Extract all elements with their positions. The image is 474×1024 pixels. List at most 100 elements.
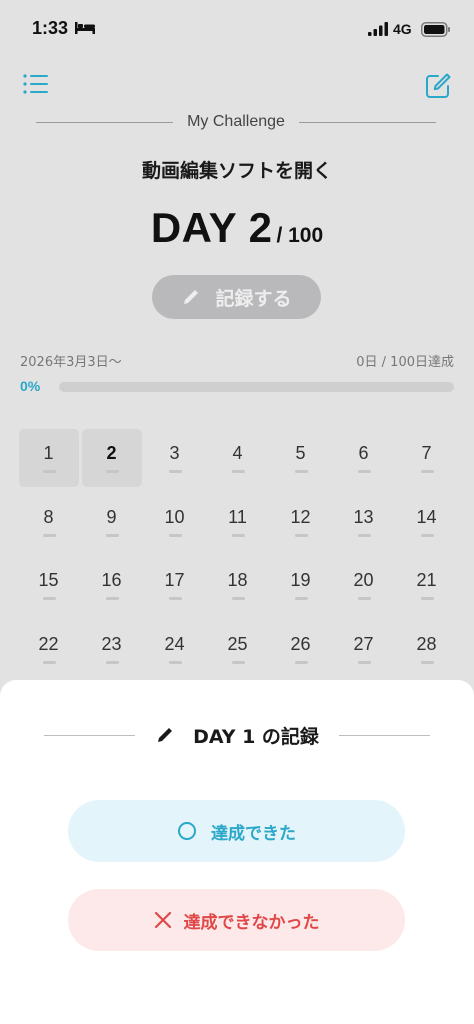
page-title: My Challenge bbox=[187, 113, 285, 130]
calendar-day[interactable]: 19 bbox=[271, 556, 331, 614]
calendar-day[interactable]: 24 bbox=[145, 620, 205, 678]
not-achieved-button[interactable]: 達成できなかった bbox=[68, 889, 405, 951]
calendar-day[interactable]: 7 bbox=[397, 429, 457, 487]
calendar-day-status-mark bbox=[105, 597, 119, 600]
calendar-day-number: 3 bbox=[169, 443, 180, 463]
calendar-day-number: 24 bbox=[164, 633, 185, 654]
network-type: 4G bbox=[393, 21, 412, 37]
record-button[interactable]: 記録する bbox=[152, 275, 321, 319]
calendar-day-number: 10 bbox=[164, 506, 185, 527]
calendar-day-number: 9 bbox=[106, 506, 117, 527]
calendar-day[interactable]: 3 bbox=[145, 429, 205, 487]
record-button-label: 記録する bbox=[215, 287, 292, 310]
calendar-day[interactable]: 16 bbox=[82, 556, 142, 614]
calendar-day[interactable]: 21 bbox=[397, 556, 457, 614]
calendar-day-number: 23 bbox=[101, 633, 122, 654]
calendar-day-status-mark bbox=[357, 660, 371, 664]
cross-icon bbox=[154, 911, 171, 929]
achieved-button-label: 達成できた bbox=[211, 823, 296, 844]
calendar-day-status-mark bbox=[105, 533, 119, 537]
calendar-day[interactable]: 20 bbox=[334, 556, 394, 614]
calendar-day[interactable]: 22 bbox=[19, 620, 79, 678]
calendar-day-number: 8 bbox=[43, 506, 54, 527]
calendar-day-number: 26 bbox=[290, 633, 311, 654]
calendar-day-number: 11 bbox=[228, 506, 247, 527]
status-bar: 1:33 4G bbox=[0, 0, 474, 60]
calendar-day-status-mark bbox=[357, 470, 371, 473]
calendar-day[interactable]: 13 bbox=[334, 493, 394, 551]
calendar-day-number: 16 bbox=[101, 570, 122, 590]
compose-icon bbox=[426, 73, 451, 98]
calendar-day-status-mark bbox=[231, 533, 245, 537]
calendar-day[interactable]: 10 bbox=[145, 493, 205, 551]
calendar-day[interactable]: 17 bbox=[145, 556, 205, 614]
divider-line bbox=[36, 121, 174, 123]
calendar-day[interactable]: 27 bbox=[334, 620, 394, 678]
achieved-count: 0日 / 100日達成 bbox=[356, 355, 454, 370]
sheet-title-label: DAY 1 の記録 bbox=[193, 725, 319, 748]
calendar-day[interactable]: 9 bbox=[82, 493, 142, 551]
pencil-icon bbox=[184, 290, 199, 304]
cellular-signal-icon bbox=[368, 22, 388, 36]
divider-line bbox=[338, 734, 430, 736]
list-icon bbox=[23, 74, 48, 94]
calendar-day-number: 21 bbox=[416, 570, 437, 590]
sleep-bed-icon bbox=[75, 22, 95, 34]
calendar-day[interactable]: 14 bbox=[397, 493, 457, 551]
calendar-day-status-mark bbox=[168, 597, 182, 600]
challenge-name: 動画編集ソフトを開く bbox=[141, 160, 332, 182]
calendar-day-status-mark bbox=[168, 470, 182, 473]
calendar-day[interactable]: 12 bbox=[271, 493, 331, 551]
calendar-day[interactable]: 23 bbox=[82, 620, 142, 678]
calendar-day-number: 4 bbox=[232, 443, 243, 463]
calendar-day-status-mark bbox=[231, 660, 245, 664]
calendar-day-number: 1 bbox=[43, 443, 54, 463]
divider-line bbox=[44, 734, 136, 736]
calendar-day-number: 17 bbox=[164, 570, 185, 590]
calendar-day[interactable]: 2 bbox=[81, 429, 142, 487]
calendar-day-number: 20 bbox=[353, 570, 374, 590]
calendar-day[interactable]: 28 bbox=[397, 620, 457, 678]
calendar-day-status-mark bbox=[168, 660, 182, 664]
progress-percent: 0% bbox=[20, 378, 41, 394]
calendar-day-status-mark bbox=[42, 597, 56, 600]
calendar-day-status-mark bbox=[357, 597, 371, 600]
calendar-day-number: 6 bbox=[358, 443, 369, 463]
divider-line bbox=[298, 121, 437, 123]
calendar-day-status-mark bbox=[357, 533, 371, 537]
menu-button[interactable] bbox=[22, 72, 50, 96]
calendar-day-number: 22 bbox=[38, 633, 59, 654]
calendar-day-status-mark bbox=[420, 533, 434, 537]
calendar-day-status-mark bbox=[105, 470, 119, 473]
circle-icon bbox=[178, 822, 196, 840]
calendar-day-status-mark bbox=[420, 470, 434, 473]
calendar-day[interactable]: 26 bbox=[271, 620, 331, 678]
total-days: / 100 bbox=[276, 224, 324, 247]
calendar-day[interactable]: 5 bbox=[271, 429, 331, 487]
calendar-day-status-mark bbox=[105, 660, 119, 664]
edit-challenge-button[interactable] bbox=[424, 72, 452, 100]
not-achieved-button-label: 達成できなかった bbox=[183, 912, 320, 933]
calendar-day[interactable]: 18 bbox=[208, 556, 268, 614]
battery-icon bbox=[421, 22, 450, 37]
calendar-day-status-mark bbox=[294, 597, 308, 600]
calendar-day[interactable]: 25 bbox=[208, 620, 268, 678]
calendar-day[interactable]: 8 bbox=[19, 493, 79, 551]
calendar-day-number: 25 bbox=[227, 633, 248, 654]
calendar-day[interactable]: 1 bbox=[18, 429, 79, 487]
calendar-day-number: 14 bbox=[416, 506, 437, 527]
calendar-day-number: 19 bbox=[290, 570, 311, 590]
calendar-day[interactable]: 4 bbox=[208, 429, 268, 487]
calendar-day-number: 15 bbox=[38, 570, 59, 590]
section-title-row: My Challenge bbox=[36, 110, 437, 134]
calendar-day[interactable]: 15 bbox=[19, 556, 79, 614]
calendar-day[interactable]: 6 bbox=[334, 429, 394, 487]
calendar-day-status-mark bbox=[231, 597, 245, 600]
calendar-day[interactable]: 11 bbox=[208, 493, 268, 551]
current-day: DAY 2 bbox=[150, 204, 273, 251]
record-bottom-sheet: DAY 1 の記録 達成できた 達成できなかった bbox=[0, 680, 474, 1024]
achieved-button[interactable]: 達成できた bbox=[68, 800, 405, 862]
calendar-day-number: 12 bbox=[290, 506, 311, 527]
calendar-day-status-mark bbox=[42, 470, 56, 473]
calendar-day-number: 27 bbox=[353, 633, 374, 654]
